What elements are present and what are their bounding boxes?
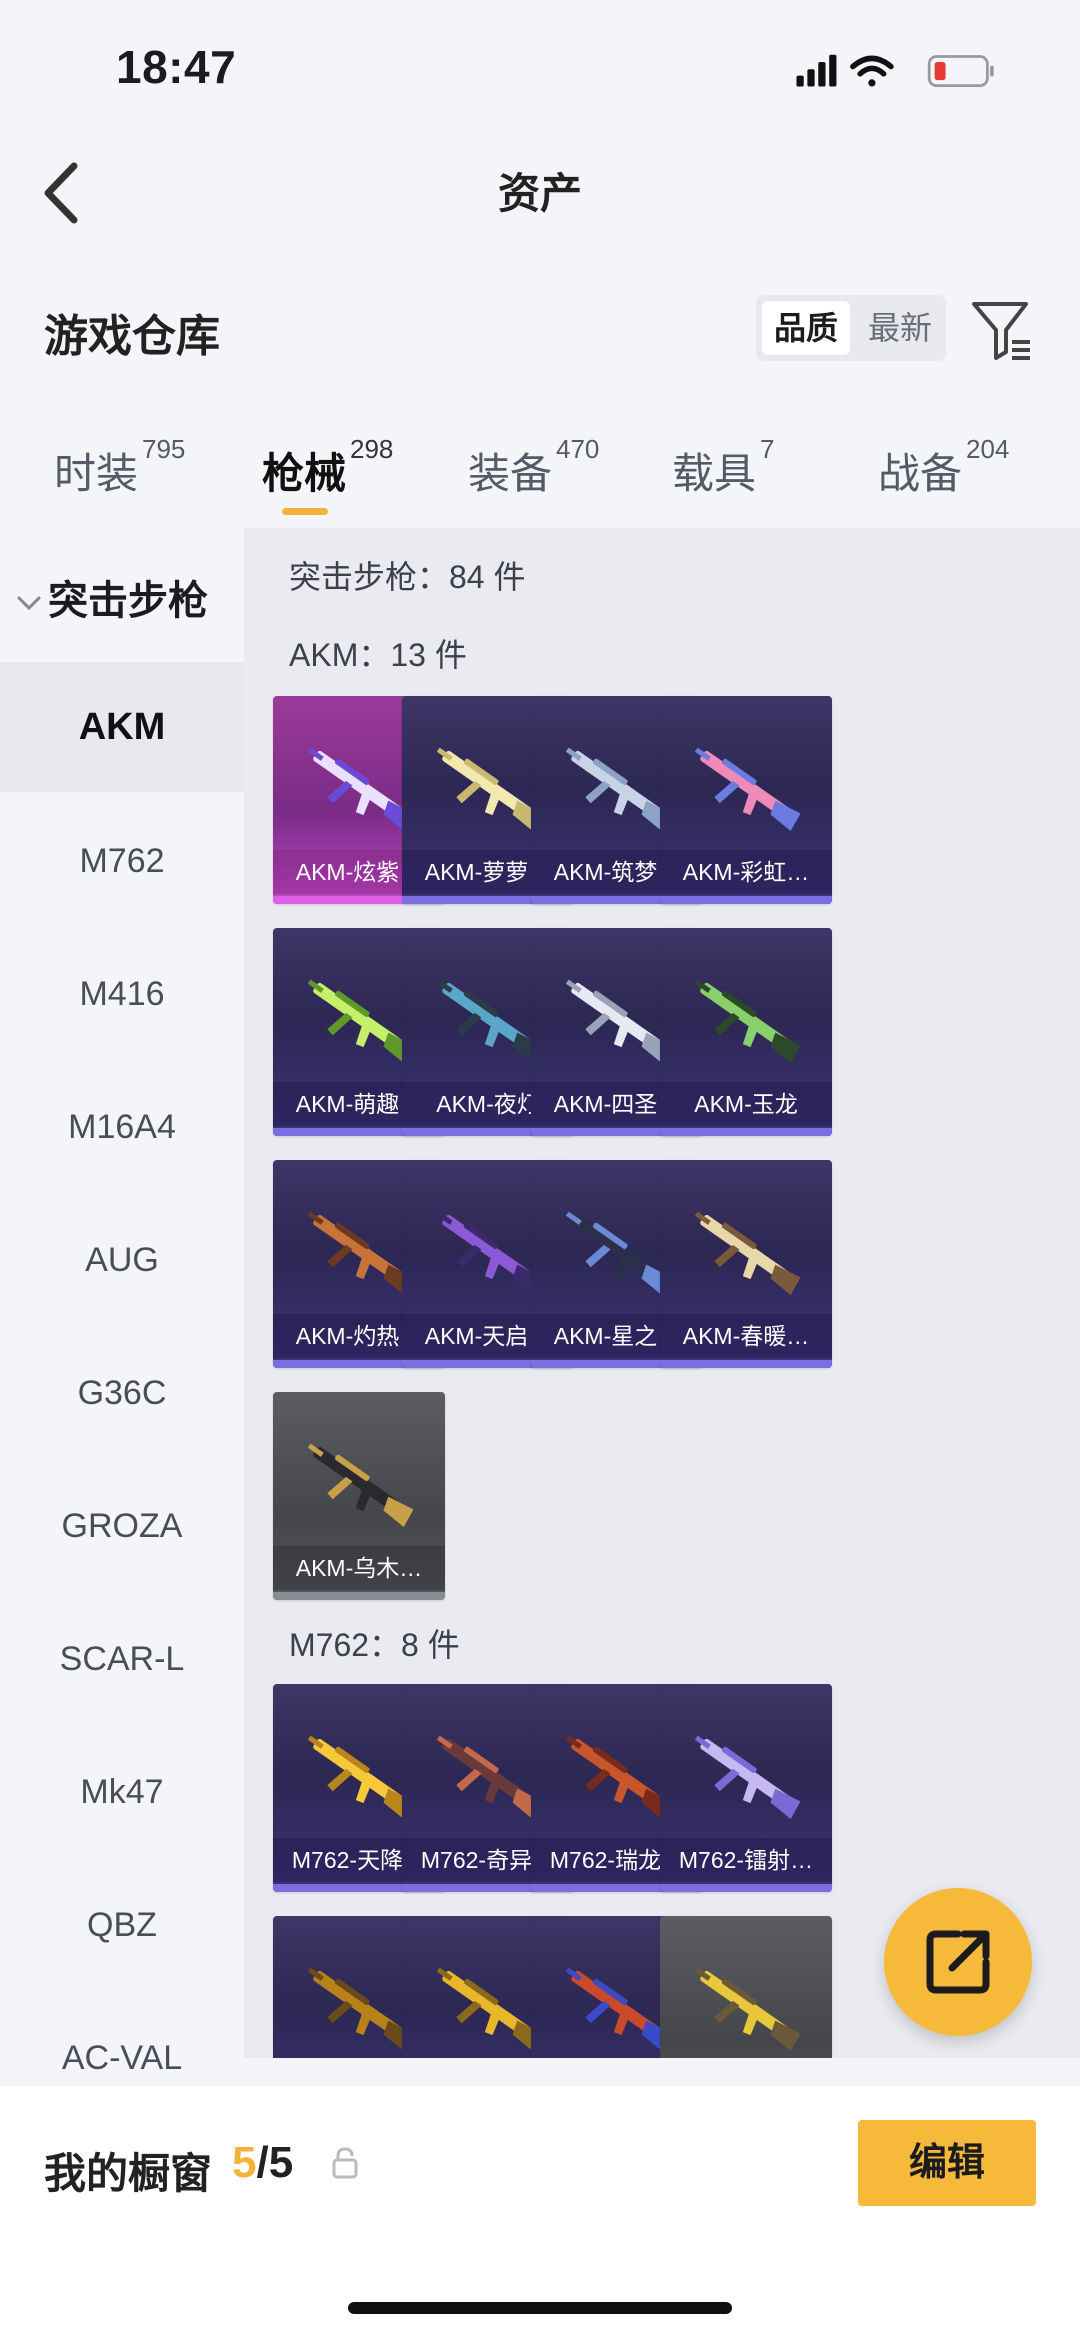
tab-label: 枪械	[262, 450, 347, 497]
tab-count: 795	[142, 434, 186, 464]
weapon-image	[694, 747, 801, 831]
rarity-bar	[660, 1360, 832, 1368]
weapon-name: AKM-玉龙	[660, 1082, 832, 1126]
sort-toggle: 品质 最新	[756, 295, 946, 361]
weapon-name: AKM-春暖…	[660, 1314, 832, 1358]
tab-label: 载具	[672, 450, 757, 497]
tab-equipment[interactable]: 装备470	[468, 434, 599, 501]
page-title: 资产	[497, 170, 582, 217]
showcase-current: 5	[232, 2138, 257, 2187]
tab-label: 装备	[468, 450, 553, 497]
sidebar-item-qbz[interactable]: QBZ	[0, 1878, 244, 1972]
tab-count: 204	[966, 434, 1010, 464]
sidebar-item-m16a4[interactable]: M16A4	[0, 1080, 244, 1174]
showcase-total: /5	[256, 2138, 294, 2187]
group-label-akm: AKM：13 件	[289, 637, 467, 673]
category-total: 突击步枪：84 件	[289, 559, 526, 595]
weapon-name: AKM-乌木…	[273, 1546, 445, 1590]
weapon-card[interactable]: AKM-乌木…	[273, 1392, 445, 1600]
weapon-grid-panel: 突击步枪：84 件 AKM：13 件 7级AKM-炫紫…AKM-萝萝…AKM-筑…	[244, 528, 1080, 2058]
weapon-image	[307, 1443, 414, 1527]
chevron-down-icon	[17, 596, 41, 611]
tab-gear[interactable]: 战备204	[878, 434, 1009, 501]
tab-fashion[interactable]: 时装795	[54, 434, 185, 501]
sidebar-item-m762[interactable]: M762	[0, 814, 244, 908]
weapon-name: M762-镭射…	[660, 1838, 832, 1882]
tab-vehicles[interactable]: 载具7	[672, 434, 774, 501]
sidebar-item-aug[interactable]: AUG	[0, 1213, 244, 1307]
sidebar-item-scar-l[interactable]: SCAR-L	[0, 1612, 244, 1706]
tab-label: 战备	[878, 450, 963, 497]
group-label-m762: M762：8 件	[289, 1627, 460, 1663]
edit-button[interactable]: 编辑	[858, 2120, 1036, 2206]
sort-quality-button[interactable]: 品质	[762, 301, 850, 355]
sidebar-category-label: 突击步枪	[48, 579, 208, 623]
tab-count: 298	[350, 434, 394, 464]
rarity-bar	[273, 1592, 445, 1600]
rarity-bar	[660, 1128, 832, 1136]
weapon-image	[694, 1211, 801, 1295]
weapon-name: AKM-彩虹…	[660, 850, 832, 894]
showcase-count: 5/5	[232, 2138, 293, 2188]
lock-icon	[332, 2147, 358, 2179]
tab-count: 7	[760, 434, 775, 464]
signal-icon	[796, 54, 837, 87]
rarity-bar	[660, 896, 832, 904]
sidebar-item-g36c[interactable]: G36C	[0, 1346, 244, 1440]
filter-icon[interactable]	[968, 296, 1036, 364]
status-time: 18:47	[116, 41, 237, 93]
share-icon	[926, 1930, 990, 1994]
weapon-card[interactable]	[660, 1916, 832, 2058]
sidebar-category-header[interactable]: 突击步枪	[16, 568, 208, 626]
weapon-image	[694, 979, 801, 1063]
tab-label: 时装	[54, 450, 139, 497]
sort-newest-button[interactable]: 最新	[856, 301, 944, 355]
weapon-card[interactable]: AKM-彩虹…	[660, 696, 832, 904]
active-tab-indicator	[282, 508, 328, 515]
sidebar-item-mk47[interactable]: Mk47	[0, 1745, 244, 1839]
weapon-card[interactable]: AKM-玉龙	[660, 928, 832, 1136]
sidebar-item-groza[interactable]: GROZA	[0, 1479, 244, 1573]
tab-count: 470	[556, 434, 600, 464]
section-title: 游戏仓库	[44, 312, 220, 361]
showcase-label: 我的橱窗	[44, 2150, 213, 2197]
rarity-bar	[660, 1884, 832, 1892]
tab-guns[interactable]: 枪械298	[262, 434, 393, 501]
wifi-icon	[850, 55, 894, 87]
weapon-card[interactable]: M762-镭射…	[660, 1684, 832, 1892]
sidebar-item-m416[interactable]: M416	[0, 947, 244, 1041]
weapon-card[interactable]: AKM-春暖…	[660, 1160, 832, 1368]
battery-icon	[927, 55, 994, 87]
share-button[interactable]	[884, 1888, 1032, 2036]
status-icons	[796, 54, 994, 87]
weapon-image	[694, 1967, 801, 2051]
sidebar-item-akm[interactable]: AKM	[0, 662, 244, 792]
home-indicator	[348, 2302, 732, 2314]
weapon-image	[694, 1735, 801, 1819]
